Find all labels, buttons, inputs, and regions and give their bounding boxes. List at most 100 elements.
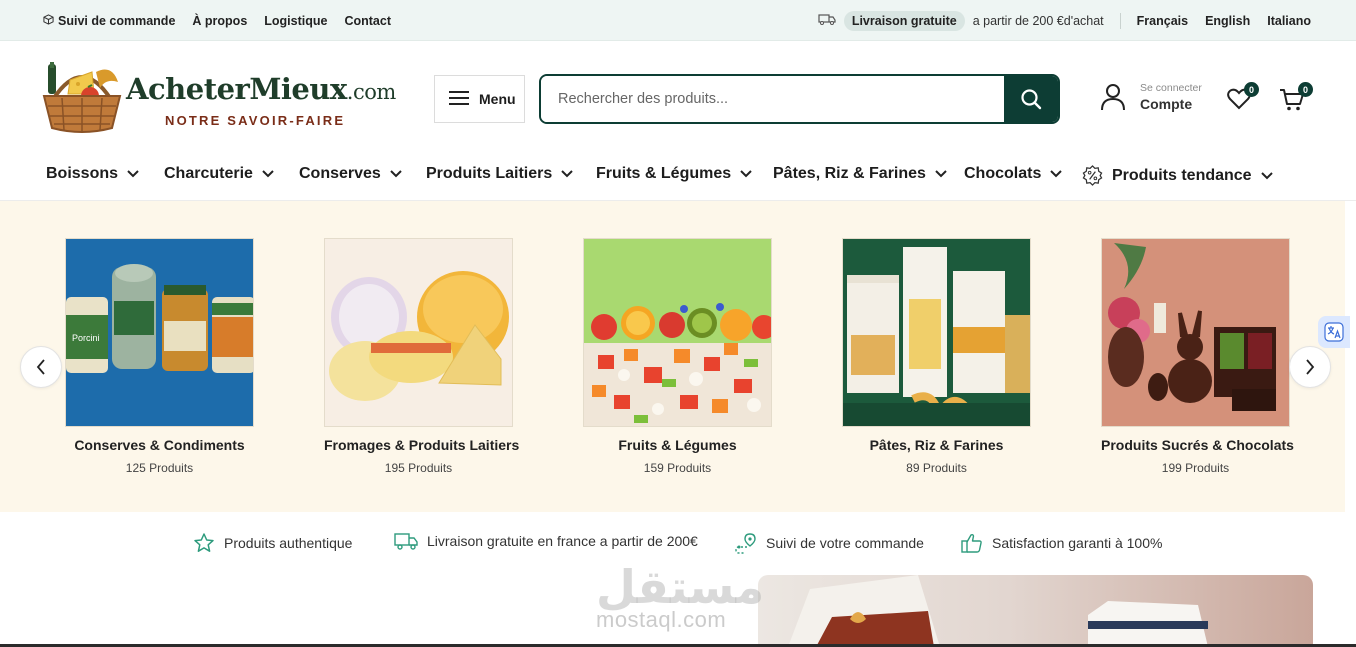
category-count: 89 Produits (906, 461, 967, 475)
category-count: 195 Produits (384, 461, 453, 475)
lang-french[interactable]: Français (1137, 14, 1188, 28)
nav-produits-tendance[interactable]: Produits tendance (1082, 165, 1273, 186)
category-image: Porcini (65, 238, 254, 427)
carousel-next-button[interactable] (1289, 346, 1331, 388)
chevron-down-icon (740, 170, 752, 178)
nav-pates-riz-farines[interactable]: Pâtes, Riz & Farines (773, 165, 947, 183)
category-image (583, 238, 772, 427)
category-card-fruits-legumes[interactable]: Fruits & Légumes 159 Produits (583, 238, 772, 475)
nav-label: Chocolats (964, 165, 1042, 182)
nav-label: Produits tendance (1112, 166, 1252, 184)
free-shipping-pill: Livraison gratuite (843, 10, 965, 31)
thumbs-up-icon (961, 533, 982, 553)
category-name: Fromages & Produits Laitiers (324, 437, 520, 453)
category-nav: Boissons Charcuterie Conserves Produits … (0, 150, 1356, 201)
menu-button[interactable]: Menu (434, 75, 525, 123)
delivery-truck-icon (394, 533, 418, 550)
login-label: Se connecter (1140, 82, 1202, 94)
page: Suivi de commande À propos Logistique Co… (0, 0, 1356, 647)
search-bar (539, 74, 1060, 124)
feature-label: Satisfaction garanti à 100% (992, 535, 1163, 551)
search-icon (1021, 89, 1042, 110)
chevron-right-icon (1306, 359, 1315, 375)
wishlist-button[interactable]: 0 (1227, 82, 1259, 114)
feature-label: Livraison gratuite en france a partir de… (427, 533, 698, 549)
nav-chocolats[interactable]: Chocolats (964, 165, 1063, 183)
account-text: Se connecter Compte (1140, 82, 1202, 112)
lang-english[interactable]: English (1205, 14, 1250, 28)
basket-logo-icon (42, 62, 122, 133)
category-image (1101, 238, 1290, 427)
truck-icon (818, 13, 836, 28)
category-name: Pâtes, Riz & Farines (869, 437, 1004, 453)
category-name: Produits Sucrés & Chocolats (1101, 437, 1294, 453)
discount-badge-icon (1082, 165, 1103, 186)
site-logo[interactable]: AcheterMieux.com NOTRE SAVOIR-FAIRE (40, 62, 400, 138)
nav-label: Charcuterie (164, 165, 253, 182)
category-card-pates[interactable]: Pâtes, Riz & Farines 89 Produits (842, 238, 1031, 475)
category-image (324, 238, 513, 427)
chevron-down-icon (262, 170, 274, 178)
nav-conserves[interactable]: Conserves (299, 165, 402, 183)
promo-banner[interactable] (758, 575, 1313, 647)
logo-tagline: NOTRE SAVOIR-FAIRE (165, 113, 346, 128)
about-link[interactable]: À propos (192, 14, 247, 28)
chevron-left-icon (36, 359, 45, 375)
nav-fruits-legumes[interactable]: Fruits & Légumes (596, 165, 752, 183)
chevron-down-icon (1260, 171, 1273, 179)
order-tracking-link[interactable]: Suivi de commande (43, 14, 175, 28)
banner-image (788, 575, 1208, 647)
cart-count-badge: 0 (1298, 82, 1313, 97)
logo-domain: .com (346, 80, 397, 104)
nav-label: Conserves (299, 165, 381, 182)
translate-button[interactable] (1318, 316, 1350, 348)
wishlist-count-badge: 0 (1244, 82, 1259, 97)
category-card-fromages[interactable]: Fromages & Produits Laitiers 195 Produit… (324, 238, 520, 475)
menu-label: Menu (479, 91, 516, 107)
carousel-prev-button[interactable] (20, 346, 62, 388)
search-button[interactable] (1004, 76, 1058, 122)
svg-text:Porcini: Porcini (72, 333, 100, 343)
watermark-latin: mostaql.com (596, 607, 727, 632)
top-bar: Suivi de commande À propos Logistique Co… (0, 0, 1356, 41)
category-carousel: Porcini Conserves & Condiments 125 Produ… (0, 201, 1345, 512)
category-count: 159 Produits (643, 461, 712, 475)
category-card-conserves[interactable]: Porcini Conserves & Condiments 125 Produ… (65, 238, 254, 475)
nav-charcuterie[interactable]: Charcuterie (164, 165, 274, 183)
category-count: 125 Produits (125, 461, 194, 475)
route-pin-icon (735, 533, 756, 554)
features-bar: Produits authentique Livraison gratuite … (0, 512, 1356, 574)
search-input[interactable] (541, 76, 1004, 122)
top-right: Livraison gratuite a partir de 200 €d'ac… (818, 0, 1311, 41)
order-tracking-label: Suivi de commande (58, 13, 176, 28)
feature-satisfaction: Satisfaction garanti à 100% (961, 532, 1162, 554)
feature-authentic: Produits authentique (193, 532, 352, 554)
cart-button[interactable]: 0 (1279, 82, 1313, 114)
logo-name: AcheterMieux (126, 72, 347, 106)
nav-produits-laitiers[interactable]: Produits Laitiers (426, 165, 573, 183)
box-icon (43, 13, 54, 28)
chevron-down-icon (561, 170, 573, 178)
nav-boissons[interactable]: Boissons (46, 165, 139, 183)
category-image (842, 238, 1031, 427)
account-label: Compte (1140, 96, 1193, 112)
user-icon (1101, 84, 1125, 111)
logistics-link[interactable]: Logistique (264, 14, 327, 28)
feature-label: Produits authentique (224, 535, 353, 551)
contact-link[interactable]: Contact (344, 14, 391, 28)
account-link[interactable]: Se connecter Compte (1100, 82, 1202, 112)
chevron-down-icon (935, 170, 947, 178)
category-name: Fruits & Légumes (618, 437, 737, 453)
chevron-down-icon (1050, 170, 1063, 178)
feature-order-tracking: Suivi de votre commande (735, 532, 924, 554)
logo-text: AcheterMieux.com (126, 72, 396, 106)
nav-label: Produits Laitiers (426, 165, 553, 182)
category-card-chocolats[interactable]: Produits Sucrés & Chocolats 199 Produits (1101, 238, 1294, 475)
free-shipping-text: a partir de 200 €d'achat (972, 13, 1104, 28)
nav-label: Boissons (46, 165, 119, 182)
feature-free-delivery: Livraison gratuite en france a partir de… (394, 532, 698, 550)
category-count: 199 Produits (1161, 461, 1230, 475)
lang-italian[interactable]: Italiano (1267, 14, 1311, 28)
hamburger-icon (449, 90, 469, 109)
chevron-down-icon (390, 170, 402, 178)
